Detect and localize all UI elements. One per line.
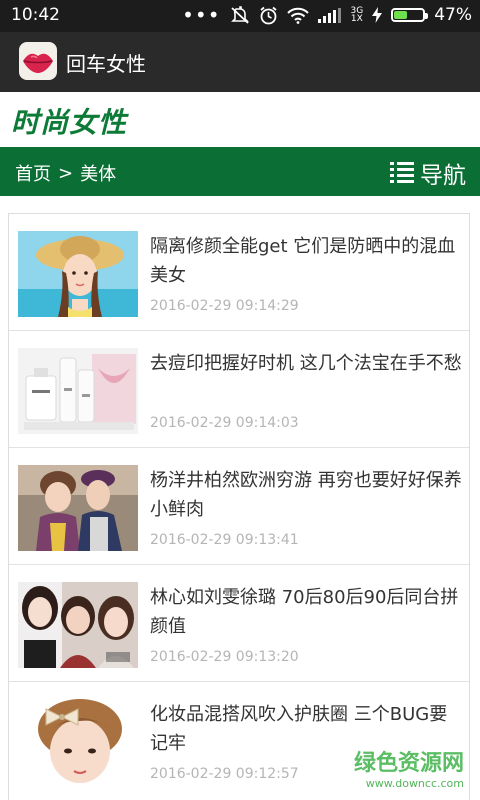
- sunhat-girl-beach-image: [18, 231, 138, 317]
- article-title: 隔离修颜全能get 它们是防晒中的混血美女: [150, 236, 456, 286]
- app-title: 回车女性: [66, 52, 146, 76]
- two-young-men-image: [18, 465, 138, 551]
- battery-icon: [391, 8, 429, 22]
- watermark: 绿色资源网 www.downcc.com: [354, 745, 464, 790]
- charging-icon: [372, 7, 383, 23]
- site-title: 时尚女性: [11, 106, 128, 139]
- watermark-url: www.downcc.com: [365, 777, 464, 790]
- article-item[interactable]: 去痘印把握好时机 这几个法宝在手不愁 2016-02-29 09:14:03: [9, 330, 469, 447]
- network-type-bottom: 1X: [350, 14, 363, 24]
- article-time: 2016-02-29 09:12:57: [150, 766, 299, 782]
- signal-icon: [317, 7, 341, 23]
- lips-app-icon[interactable]: [19, 42, 57, 80]
- alarm-icon: [259, 6, 277, 24]
- more-icon: •••: [182, 3, 221, 27]
- wifi-icon: [286, 7, 309, 24]
- skincare-products-image: [18, 348, 138, 434]
- woman-hair-bow-image: [18, 699, 138, 785]
- breadcrumb: 首页 > 美体: [15, 160, 116, 186]
- article-title: 林心如刘雯徐璐 70后80后90后同台拼颜值: [150, 587, 459, 637]
- article-time: 2016-02-29 09:13:41: [150, 532, 299, 548]
- article-list: 隔离修颜全能get 它们是防晒中的混血美女 2016-02-29 09:14:2…: [8, 213, 470, 800]
- battery-tip: [425, 13, 429, 19]
- article-time: 2016-02-29 09:13:20: [150, 649, 299, 665]
- article-item[interactable]: 杨洋井柏然欧洲穷游 再穷也要好好保养小鲜肉 2016-02-29 09:13:4…: [9, 447, 469, 564]
- navigation-menu-button[interactable]: 导航: [390, 156, 466, 190]
- mute-icon: [230, 6, 249, 24]
- article-item[interactable]: 林心如刘雯徐璐 70后80后90后同台拼颜值 2016-02-29 09:13:…: [9, 564, 469, 681]
- navigation-label: 导航: [420, 163, 466, 189]
- brand-header: 时尚女性: [0, 92, 480, 147]
- watermark-name: 绿色资源网: [353, 751, 464, 776]
- article-item[interactable]: 隔离修颜全能get 它们是防晒中的混血美女 2016-02-29 09:14:2…: [9, 214, 469, 330]
- app-bar: 回车女性: [0, 32, 480, 92]
- battery-percent: 47%: [434, 5, 472, 25]
- breadcrumb-home[interactable]: 首页: [15, 160, 51, 186]
- nav-bar: 首页 > 美体 导航: [0, 147, 480, 196]
- breadcrumb-separator: >: [58, 162, 74, 184]
- article-time: 2016-02-29 09:14:29: [150, 298, 299, 314]
- network-type: 3G 1X: [350, 7, 364, 24]
- status-time: 10:42: [11, 5, 60, 25]
- list-menu-icon: [390, 161, 414, 185]
- status-icons: ••• 3G 1X 47%: [182, 5, 472, 25]
- article-title: 去痘印把握好时机 这几个法宝在手不愁: [150, 353, 462, 374]
- status-bar: 10:42 ••• 3G 1X 47%: [0, 0, 480, 32]
- battery-fill: [394, 11, 408, 19]
- article-time: 2016-02-29 09:14:03: [150, 415, 299, 431]
- three-actresses-image: [18, 582, 138, 668]
- article-title: 杨洋井柏然欧洲穷游 再穷也要好好保养小鲜肉: [150, 470, 462, 520]
- breadcrumb-current: 美体: [80, 164, 117, 185]
